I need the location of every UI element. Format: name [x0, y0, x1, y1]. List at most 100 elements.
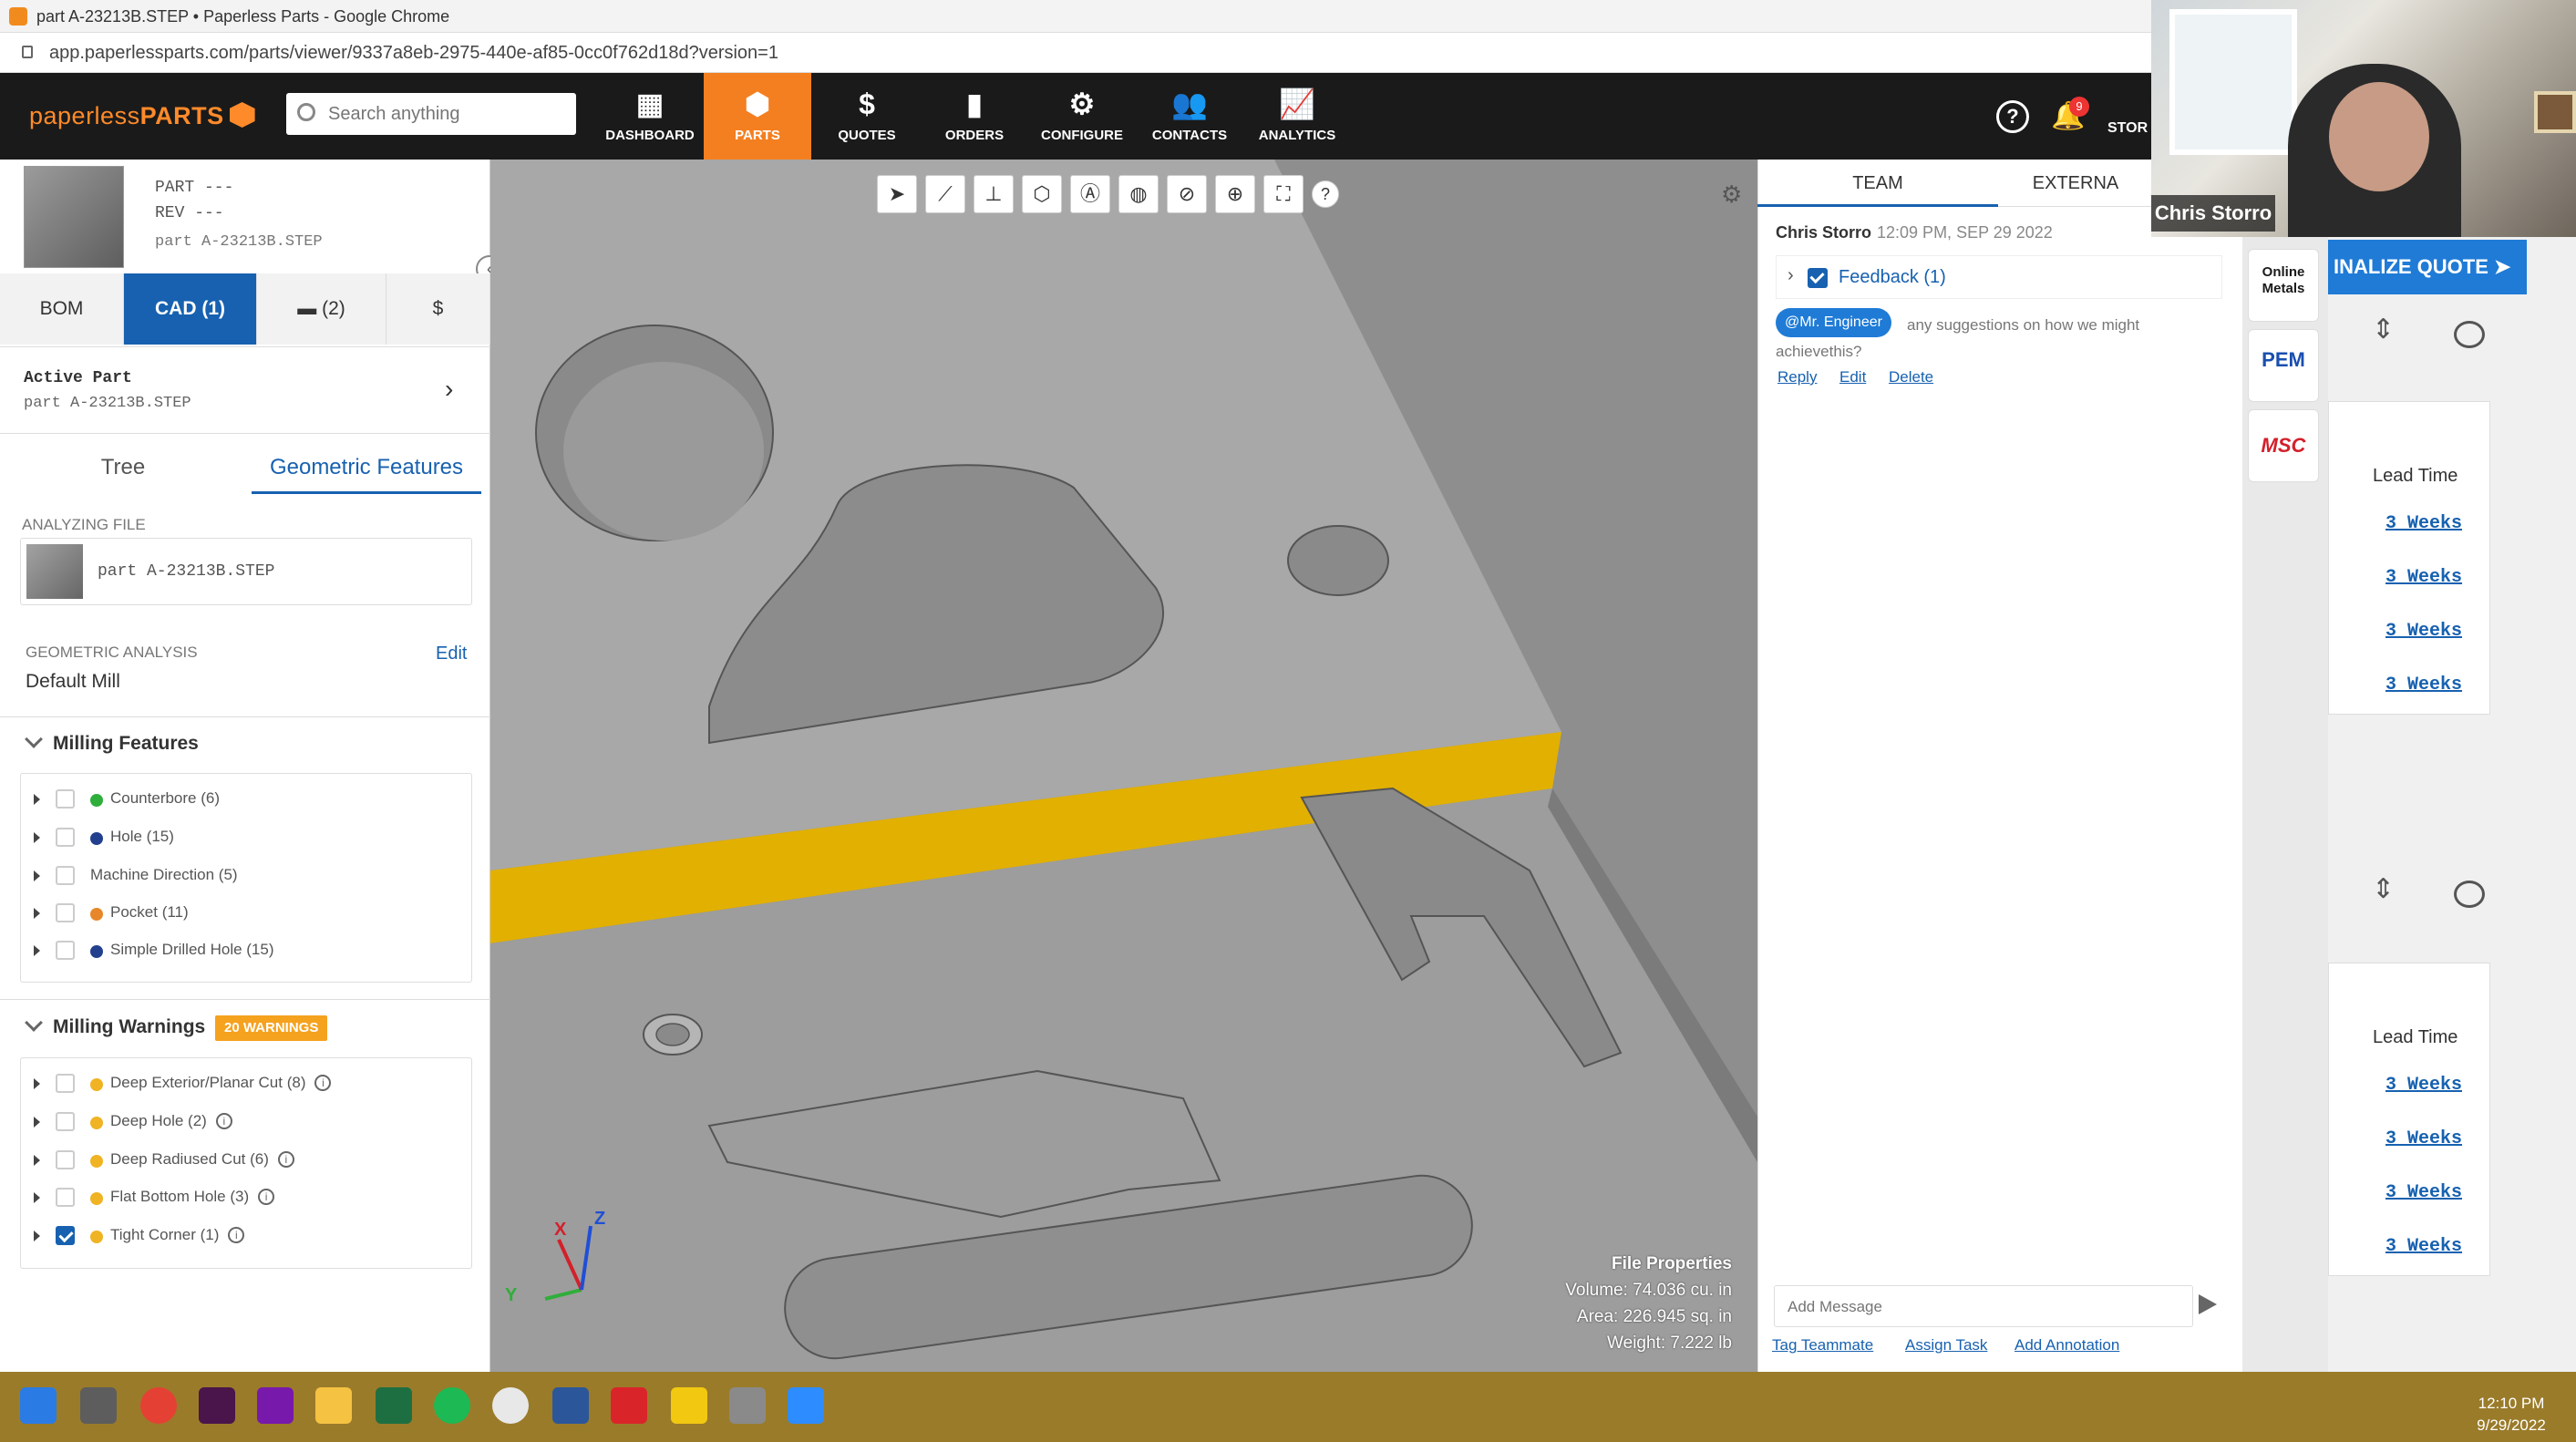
vendor-msc[interactable]: MSC: [2248, 409, 2319, 482]
info-icon[interactable]: i: [258, 1189, 275, 1205]
subtab-tree[interactable]: Tree: [11, 441, 235, 494]
lead-time-link[interactable]: 3 Weeks: [2385, 1128, 2462, 1149]
expand-icon[interactable]: [34, 794, 40, 805]
tab-files[interactable]: ▬ (2): [257, 273, 386, 345]
chat-icon[interactable]: [2454, 321, 2485, 348]
send-icon[interactable]: [2199, 1294, 2217, 1314]
vendor-online-metals[interactable]: Online Metals: [2248, 249, 2319, 322]
chrome-icon[interactable]: [140, 1387, 177, 1424]
add-annotation-link[interactable]: Add Annotation: [2014, 1336, 2119, 1354]
warning-checkbox-checked[interactable]: [56, 1226, 75, 1245]
warning-checkbox[interactable]: [56, 1150, 75, 1169]
hide-icon[interactable]: ⊘: [1167, 175, 1207, 213]
word-icon[interactable]: [552, 1387, 589, 1424]
feature-checkbox[interactable]: [56, 789, 75, 809]
expand-icon[interactable]: [34, 1117, 40, 1128]
lead-time-link[interactable]: 3 Weeks: [2385, 1182, 2462, 1203]
tag-teammate-link[interactable]: Tag Teammate: [1772, 1336, 1873, 1354]
annotate-icon[interactable]: Ⓐ: [1070, 175, 1110, 213]
tab-cad[interactable]: CAD (1): [124, 273, 257, 345]
search-input[interactable]: [328, 100, 565, 128]
lead-time-link[interactable]: 3 Weeks: [2385, 621, 2462, 642]
cube-view-icon[interactable]: ⬡: [1022, 175, 1062, 213]
slack-icon[interactable]: [199, 1387, 235, 1424]
info-icon[interactable]: i: [215, 1113, 232, 1129]
nav-orders[interactable]: ▮ ORDERS: [921, 73, 1028, 160]
pointer-icon[interactable]: ➤: [877, 175, 917, 213]
feature-row-hole[interactable]: Hole (15): [21, 819, 471, 857]
globe-icon[interactable]: ◍: [1118, 175, 1159, 213]
subtab-geometric-features[interactable]: Geometric Features: [252, 441, 481, 494]
info-icon[interactable]: i: [228, 1227, 245, 1243]
fit-icon[interactable]: ⛶: [1263, 175, 1303, 213]
windows-start-icon[interactable]: [20, 1387, 57, 1424]
warning-row-flat-bottom-hole[interactable]: Flat Bottom Hole (3) i: [21, 1179, 471, 1217]
spotify-icon[interactable]: [434, 1387, 470, 1424]
excel-icon[interactable]: [376, 1387, 412, 1424]
lead-time-link[interactable]: 3 Weeks: [2385, 567, 2462, 588]
feature-row-simple-drilled-hole[interactable]: Simple Drilled Hole (15): [21, 932, 471, 970]
info-icon[interactable]: i: [277, 1151, 294, 1168]
lead-time-link[interactable]: 3 Weeks: [2385, 513, 2462, 534]
delete-comment-link[interactable]: Delete: [1889, 368, 1933, 386]
feature-checkbox[interactable]: [56, 941, 75, 960]
file-explorer-icon[interactable]: [315, 1387, 352, 1424]
warning-checkbox[interactable]: [56, 1188, 75, 1207]
address-bar[interactable]: app.paperlessparts.com/parts/viewer/9337…: [0, 33, 2151, 73]
expand-icon[interactable]: [34, 832, 40, 843]
nav-configure[interactable]: ⚙ CONFIGURE: [1028, 73, 1136, 160]
reply-link[interactable]: Reply: [1777, 368, 1817, 386]
snipping-icon[interactable]: [729, 1387, 766, 1424]
taskbar-clock[interactable]: 12:10 PM 9/29/2022: [2461, 1393, 2561, 1437]
expand-icon[interactable]: [34, 1192, 40, 1203]
viewer-help-icon[interactable]: ?: [1312, 180, 1339, 208]
task-view-icon[interactable]: [80, 1387, 117, 1424]
lead-time-link[interactable]: 3 Weeks: [2385, 675, 2462, 695]
feedback-thread[interactable]: › Feedback (1): [1776, 255, 2222, 299]
feature-row-machine-direction[interactable]: Machine Direction (5): [21, 858, 471, 895]
onenote-icon[interactable]: [257, 1387, 294, 1424]
cad-viewer-canvas[interactable]: [490, 160, 1757, 1372]
tab-team[interactable]: TEAM: [1757, 160, 1998, 207]
warning-checkbox[interactable]: [56, 1074, 75, 1093]
finalize-quote-button[interactable]: INALIZE QUOTE ➤: [2328, 240, 2527, 294]
url-text[interactable]: app.paperlessparts.com/parts/viewer/9337…: [49, 43, 778, 63]
feedback-checkbox[interactable]: [1808, 268, 1828, 288]
assign-task-link[interactable]: Assign Task: [1905, 1336, 1987, 1354]
mention-tag[interactable]: @Mr. Engineer: [1776, 308, 1891, 337]
feature-row-pocket[interactable]: Pocket (11): [21, 895, 471, 932]
app-icon[interactable]: [671, 1387, 707, 1424]
reorder-icon[interactable]: ⇕: [2372, 873, 2395, 905]
store-menu[interactable]: STOR: [2107, 120, 2148, 137]
message-box[interactable]: [1774, 1285, 2193, 1327]
chevron-right-icon[interactable]: ›: [1788, 265, 1794, 286]
feature-checkbox[interactable]: [56, 866, 75, 885]
warning-row-deep-hole[interactable]: Deep Hole (2) i: [21, 1104, 471, 1141]
message-input[interactable]: [1788, 1295, 2152, 1319]
warning-row-deep-radiused-cut[interactable]: Deep Radiused Cut (6) i: [21, 1142, 471, 1179]
paperless-parts-logo[interactable]: paperlessPARTS: [29, 102, 255, 135]
expand-icon[interactable]: [34, 870, 40, 881]
feature-row-counterbore[interactable]: Counterbore (6): [21, 781, 471, 819]
nav-quotes[interactable]: $ QUOTES: [813, 73, 921, 160]
feedback-label[interactable]: Feedback (1): [1839, 267, 1946, 288]
reorder-icon[interactable]: ⇕: [2372, 314, 2395, 345]
acrobat-icon[interactable]: [611, 1387, 647, 1424]
tab-external[interactable]: EXTERNA: [1998, 160, 2153, 207]
milling-warnings-header[interactable]: Milling Warnings: [25, 1014, 205, 1038]
warning-row-tight-corner[interactable]: Tight Corner (1) i: [21, 1218, 471, 1255]
tab-pricing[interactable]: $: [386, 273, 490, 345]
chat-icon[interactable]: [2454, 881, 2485, 908]
target-icon[interactable]: ⊕: [1215, 175, 1255, 213]
feature-checkbox[interactable]: [56, 828, 75, 847]
nav-dashboard[interactable]: ▦ DASHBOARD: [596, 73, 704, 160]
warning-row-deep-exterior-cut[interactable]: Deep Exterior/Planar Cut (8) i: [21, 1066, 471, 1103]
lead-time-link[interactable]: 3 Weeks: [2385, 1075, 2462, 1096]
expand-icon[interactable]: [34, 1078, 40, 1089]
nav-analytics[interactable]: 📈 ANALYTICS: [1243, 73, 1351, 160]
milling-features-header[interactable]: Milling Features: [25, 730, 199, 755]
info-icon[interactable]: i: [314, 1075, 332, 1091]
nav-contacts[interactable]: 👥 CONTACTS: [1136, 73, 1243, 160]
expand-icon[interactable]: [34, 908, 40, 919]
vendor-pem[interactable]: PEM: [2248, 329, 2319, 402]
